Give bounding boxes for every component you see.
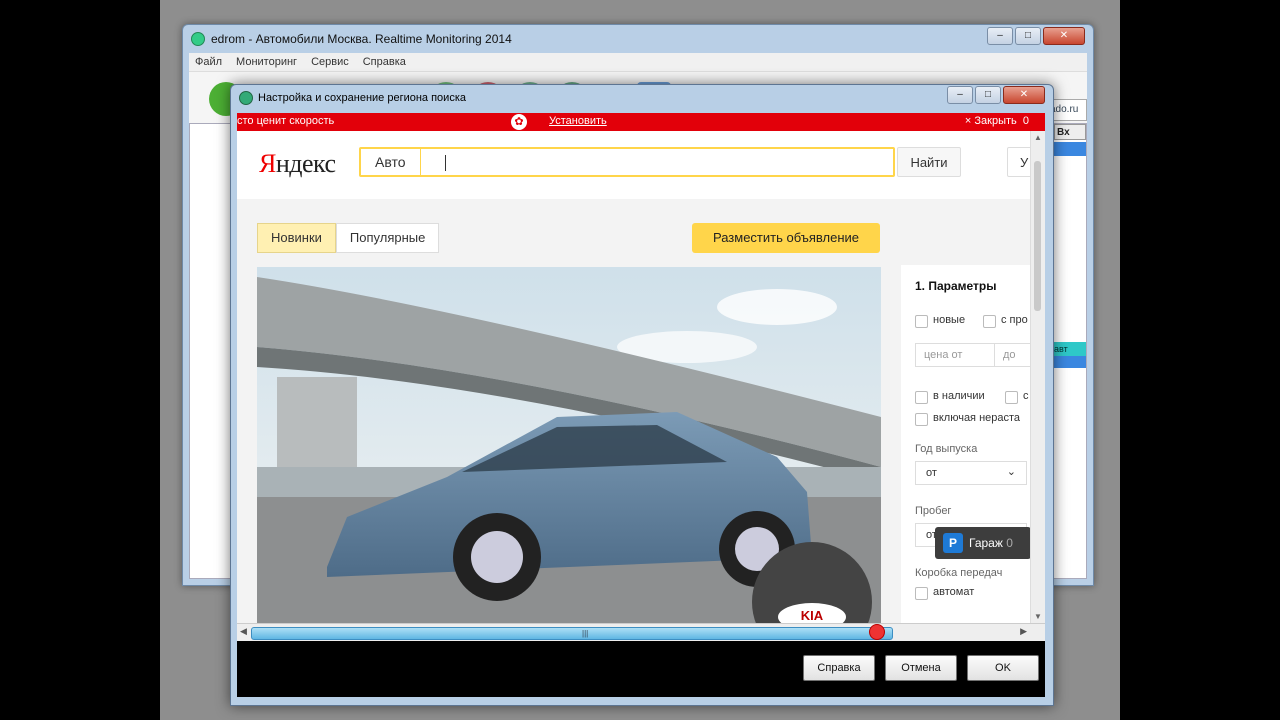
uncleared-label: включая нераста (933, 412, 1021, 424)
car-photo-image (257, 267, 881, 627)
background-window-title: edrom - Автомобили Москва. Realtime Moni… (211, 32, 512, 46)
dialog-minimize-button[interactable]: – (947, 86, 973, 104)
parking-icon: P (943, 533, 963, 553)
dialog-maximize-button[interactable]: □ (975, 86, 1001, 104)
in-stock-checkbox[interactable] (915, 391, 928, 404)
dialog-close-button[interactable]: ✕ (1003, 86, 1045, 104)
menu-service[interactable]: Сервис (311, 56, 349, 68)
price-to-input[interactable]: до (994, 343, 1034, 367)
vertical-scrollbar[interactable]: ▲ ▼ (1030, 131, 1045, 623)
logo-text: ндекс (275, 149, 336, 178)
desktop: edrom - Автомобили Москва. Realtime Moni… (160, 0, 1120, 720)
year-select[interactable]: от ⌄ (915, 461, 1027, 485)
in-stock-2-checkbox[interactable] (1005, 391, 1018, 404)
search-button[interactable]: Найти (897, 147, 961, 177)
menu-bar: Файл Мониторинг Сервис Справка (189, 53, 1087, 71)
scroll-down-arrow-icon[interactable]: ▼ (1034, 612, 1042, 621)
highlight-cell: авт (1054, 342, 1086, 356)
automatic-label: автомат (933, 586, 975, 598)
garage-label: Гараж (969, 536, 1003, 550)
grip-icon: ||| (582, 629, 589, 638)
scroll-right-arrow-icon[interactable]: ▶ (1020, 626, 1027, 637)
brand-logo-text: KIA (800, 608, 824, 623)
menu-help[interactable]: Справка (363, 56, 406, 68)
scroll-up-arrow-icon[interactable]: ▲ (1034, 133, 1042, 142)
background-window-titlebar: edrom - Автомобили Москва. Realtime Moni… (183, 25, 1093, 53)
year-label: Год выпуска (915, 443, 978, 455)
yandex-logo[interactable]: Яндекс (259, 149, 336, 179)
maximize-button[interactable]: □ (1015, 27, 1041, 45)
embedded-browser: сто ценит скорость ✿ Установить × Закрыт… (237, 113, 1045, 641)
gift-icon: ✿ (511, 114, 527, 130)
garage-count: 0 (1006, 536, 1013, 550)
uncleared-checkbox[interactable] (915, 413, 928, 426)
horizontal-scroll-thumb[interactable]: ||| (251, 627, 893, 640)
search-input[interactable]: Авто (359, 147, 895, 177)
dialog-icon (239, 91, 253, 105)
gearbox-label: Коробка передач (915, 567, 1003, 579)
dialog-titlebar: Настройка и сохранение региона поиска (231, 85, 1053, 111)
logo-letter: Я (259, 149, 276, 178)
automatic-checkbox[interactable] (915, 587, 928, 600)
listing-tabs: Новинки Популярные (257, 223, 440, 253)
promo-bar: сто ценит скорость ✿ Установить × Закрыт… (237, 113, 1045, 131)
ok-button[interactable]: OK (967, 655, 1039, 681)
service-label: Авто (361, 149, 421, 175)
horizontal-scrollbar[interactable]: ◀ ||| ▶ (237, 623, 1045, 641)
selected-row[interactable] (1054, 142, 1086, 156)
promo-close-label: × Закрыть (964, 115, 1017, 127)
text-caret (445, 155, 446, 171)
vertical-scroll-thumb[interactable] (1034, 161, 1041, 311)
new-label: новые (933, 314, 966, 326)
menu-monitoring[interactable]: Мониторинг (236, 56, 297, 68)
params-heading: 1. Параметры (915, 279, 997, 293)
selected-row-2[interactable] (1054, 356, 1086, 368)
install-link[interactable]: Установить (549, 115, 607, 127)
garage-button[interactable]: P Гараж 0 (935, 527, 1031, 559)
in-stock-label: в наличии (933, 390, 985, 402)
promo-close-count: 0 (1022, 115, 1029, 127)
yandex-header: Яндекс Авто Найти У (237, 131, 1045, 200)
tab-new[interactable]: Новинки (257, 223, 336, 253)
promo-close-link[interactable]: × Закрыть 0 (965, 115, 1029, 127)
new-checkbox[interactable] (915, 315, 928, 328)
dialog-title: Настройка и сохранение региона поиска (258, 92, 466, 104)
mileage-label: Пробег (915, 505, 952, 517)
used-label: с про (1001, 314, 1028, 326)
minimize-button[interactable]: – (987, 27, 1013, 45)
help-button[interactable]: Справка (803, 655, 875, 681)
column-header: Вх (1054, 124, 1086, 140)
chevron-down-icon: ⌄ (1006, 466, 1016, 478)
price-from-input[interactable]: цена от (915, 343, 995, 367)
tab-popular[interactable]: Популярные (335, 223, 440, 253)
cancel-button[interactable]: Отмена (885, 655, 957, 681)
side-url-field: ado.ru (1049, 99, 1087, 121)
dialog-controls: – □ ✕ (947, 86, 1045, 104)
promo-text: сто ценит скорость (237, 115, 335, 127)
region-settings-dialog: Настройка и сохранение региона поиска – … (230, 84, 1054, 706)
scroll-left-arrow-icon[interactable]: ◀ (240, 626, 247, 637)
in-stock-2-label: с (1023, 390, 1029, 402)
post-ad-button[interactable]: Разместить объявление (692, 223, 880, 253)
year-select-value: от (926, 467, 937, 479)
background-window-controls: – □ ✕ (987, 27, 1085, 45)
main-content: Новинки Популярные Разместить объявление (237, 199, 1041, 627)
menu-file[interactable]: Файл (195, 56, 222, 68)
used-checkbox[interactable] (983, 315, 996, 328)
dialog-button-bar: Справка Отмена OK (237, 641, 1045, 697)
filter-panel: 1. Параметры новые с про цена от до в на… (901, 265, 1041, 625)
car-photo[interactable]: KIA (257, 267, 881, 627)
garage-text: Гараж 0 (969, 527, 1013, 559)
mouse-cursor-icon (869, 624, 885, 640)
app-icon (191, 32, 205, 46)
close-button[interactable]: ✕ (1043, 27, 1085, 45)
